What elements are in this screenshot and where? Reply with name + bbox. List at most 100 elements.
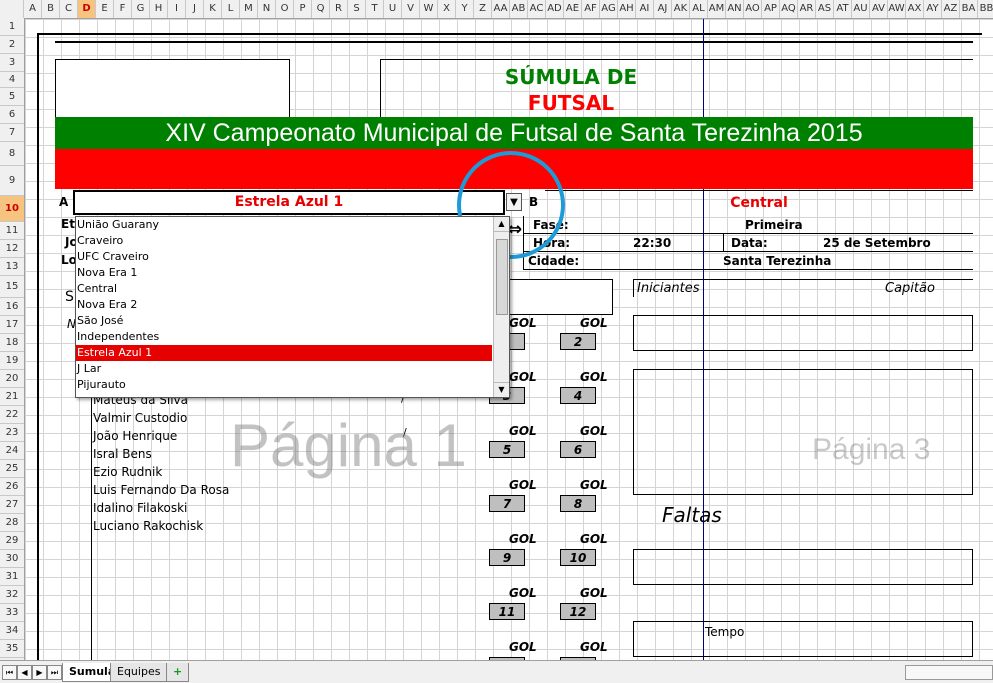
next-sheet-icon[interactable]: ▶ <box>32 665 47 680</box>
column-header[interactable]: AU <box>852 0 870 18</box>
column-header[interactable]: E <box>96 0 114 18</box>
gol-number-box[interactable]: 10 <box>560 549 596 566</box>
gol-number-box[interactable]: 11 <box>489 603 525 620</box>
row-header[interactable]: 29 <box>0 532 24 550</box>
row-header[interactable]: 19 <box>0 352 24 370</box>
row-header[interactable]: 8 <box>0 142 24 166</box>
row-header[interactable]: 34 <box>0 622 24 640</box>
scroll-down-icon[interactable]: ▼ <box>494 382 509 397</box>
dropdown-option[interactable]: União Guarany <box>76 217 492 233</box>
column-header[interactable]: AG <box>600 0 618 18</box>
column-header[interactable]: AN <box>726 0 744 18</box>
dropdown-option[interactable]: Independentes <box>76 329 492 345</box>
column-header[interactable]: AL <box>690 0 708 18</box>
column-header[interactable]: AO <box>744 0 762 18</box>
column-header[interactable]: AD <box>546 0 564 18</box>
row-header[interactable]: 21 <box>0 388 24 406</box>
row-header[interactable]: 4 <box>0 72 24 88</box>
row-header[interactable]: 6 <box>0 106 24 124</box>
row-header[interactable]: 17 <box>0 316 24 334</box>
gol-number-box[interactable]: 8 <box>560 495 596 512</box>
team-dropdown-list[interactable]: União Guarany Craveiro UFC Craveiro Nova Er… <box>75 216 510 398</box>
dropdown-scrollbar[interactable]: ▲ ▼ <box>493 217 509 397</box>
column-header[interactable]: K <box>204 0 222 18</box>
row-header[interactable]: 35 <box>0 640 24 658</box>
column-header[interactable]: BA <box>960 0 978 18</box>
row-header[interactable]: 20 <box>0 370 24 388</box>
column-header[interactable]: AR <box>798 0 816 18</box>
row-header[interactable]: 10 <box>0 196 24 222</box>
column-header[interactable]: BB <box>978 0 993 18</box>
column-header[interactable]: N <box>258 0 276 18</box>
column-header[interactable]: P <box>294 0 312 18</box>
team-a-select[interactable]: Estrela Azul 1 <box>73 190 505 215</box>
row-header[interactable]: 1 <box>0 18 24 36</box>
column-header[interactable]: AP <box>762 0 780 18</box>
tab-equipes[interactable]: Equipes <box>110 663 168 682</box>
gol-number-box[interactable]: 7 <box>489 495 525 512</box>
gol-number-box[interactable]: 12 <box>560 603 596 620</box>
dropdown-option[interactable]: Nova Era 1 <box>76 265 492 281</box>
scroll-thumb[interactable] <box>496 239 508 315</box>
column-header[interactable]: AY <box>924 0 942 18</box>
column-header[interactable]: M <box>240 0 258 18</box>
column-header[interactable]: W <box>420 0 438 18</box>
column-header[interactable]: R <box>330 0 348 18</box>
column-header[interactable]: I <box>168 0 186 18</box>
row-header[interactable]: 16 <box>0 298 24 316</box>
last-sheet-icon[interactable]: ⏭ <box>47 665 62 680</box>
row-header[interactable]: 11 <box>0 222 24 240</box>
row-header[interactable]: 28 <box>0 514 24 532</box>
dropdown-option[interactable]: Pijurauto <box>76 377 492 393</box>
column-header[interactable]: AW <box>888 0 906 18</box>
column-header[interactable]: G <box>132 0 150 18</box>
column-header[interactable]: AI <box>636 0 654 18</box>
column-header[interactable]: AQ <box>780 0 798 18</box>
column-header[interactable]: F <box>114 0 132 18</box>
row-header[interactable]: 22 <box>0 406 24 424</box>
column-header[interactable]: C <box>60 0 78 18</box>
row-header[interactable]: 2 <box>0 36 24 54</box>
row-header[interactable]: 9 <box>0 166 24 196</box>
column-header[interactable]: A <box>24 0 42 18</box>
column-header[interactable]: L <box>222 0 240 18</box>
column-header[interactable]: AF <box>582 0 600 18</box>
column-header[interactable]: S <box>348 0 366 18</box>
row-header[interactable]: 12 <box>0 240 24 258</box>
dropdown-option[interactable]: J Lar <box>76 361 492 377</box>
column-header[interactable]: AX <box>906 0 924 18</box>
column-header[interactable]: AZ <box>942 0 960 18</box>
column-header[interactable]: AM <box>708 0 726 18</box>
column-header[interactable]: AJ <box>654 0 672 18</box>
dropdown-option[interactable]: Estrela Azul 1 <box>76 345 492 361</box>
column-header[interactable]: AT <box>834 0 852 18</box>
column-header[interactable]: T <box>366 0 384 18</box>
row-header[interactable]: 30 <box>0 550 24 568</box>
row-header[interactable]: 3 <box>0 54 24 72</box>
dropdown-option[interactable]: Nova Era 2 <box>76 297 492 313</box>
column-header[interactable]: Q <box>312 0 330 18</box>
dropdown-option[interactable]: Central <box>76 281 492 297</box>
first-sheet-icon[interactable]: ⏮ <box>2 665 17 680</box>
column-header[interactable]: B <box>42 0 60 18</box>
gol-number-box[interactable]: 4 <box>560 387 596 404</box>
row-header[interactable]: 18 <box>0 334 24 352</box>
row-header[interactable]: 13 <box>0 258 24 276</box>
column-header[interactable]: O <box>276 0 294 18</box>
add-sheet-icon[interactable]: + <box>166 663 190 682</box>
row-header[interactable]: 15 <box>0 276 24 298</box>
row-header[interactable]: 23 <box>0 424 24 442</box>
scroll-up-icon[interactable]: ▲ <box>494 217 509 232</box>
column-header[interactable]: H <box>150 0 168 18</box>
column-header[interactable]: AS <box>816 0 834 18</box>
row-header[interactable]: 32 <box>0 586 24 604</box>
row-header[interactable]: 33 <box>0 604 24 622</box>
dropdown-option[interactable]: São José <box>76 313 492 329</box>
column-header[interactable]: J <box>186 0 204 18</box>
dropdown-option[interactable]: Craveiro <box>76 233 492 249</box>
gol-number-box[interactable]: 9 <box>489 549 525 566</box>
column-header[interactable]: AE <box>564 0 582 18</box>
column-header[interactable]: U <box>384 0 402 18</box>
prev-sheet-icon[interactable]: ◀ <box>17 665 32 680</box>
gol-number-box[interactable]: 6 <box>560 441 596 458</box>
